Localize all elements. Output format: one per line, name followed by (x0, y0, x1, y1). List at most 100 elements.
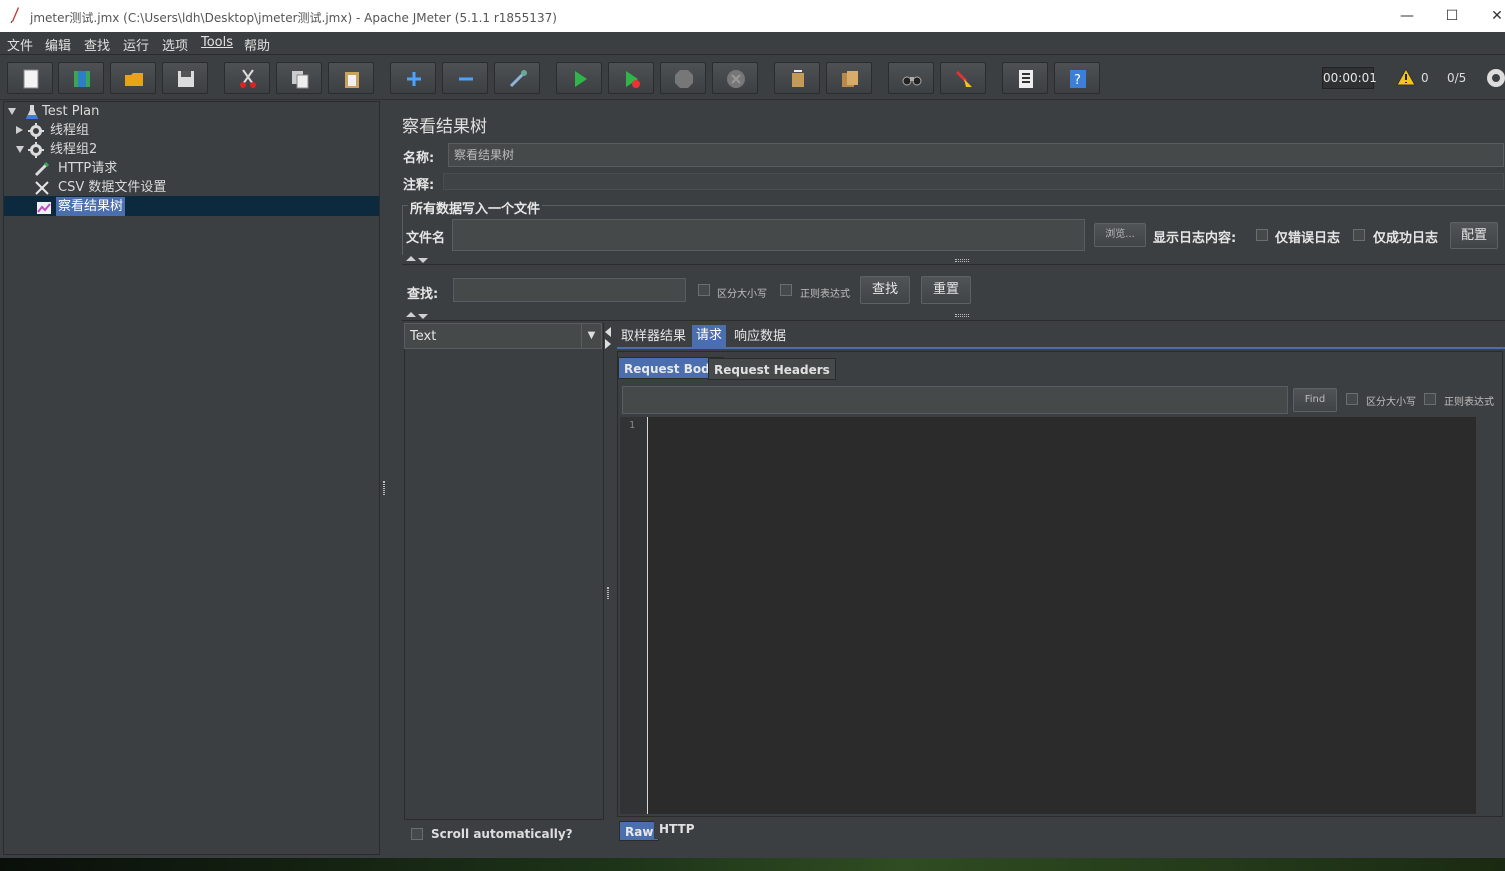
save-button[interactable] (162, 62, 208, 94)
start-icon (575, 71, 587, 87)
collapsed-arrow-icon[interactable] (16, 126, 23, 134)
search-button[interactable] (888, 62, 934, 94)
collapse-left-arrow-icon[interactable] (605, 327, 611, 337)
menu-search[interactable]: 查找 (84, 35, 110, 54)
editor-scrollbar[interactable] (1476, 417, 1490, 814)
new-button[interactable] (7, 62, 53, 94)
menu-tools[interactable]: Tools (201, 35, 233, 50)
title-bar: jmeter测试.jmx (C:\Users\ldh\Desktop\jmete… (0, 0, 1505, 32)
renderer-select[interactable]: Text ▼ (404, 323, 602, 349)
open-icon (125, 73, 143, 86)
log-content-label: 显示日志内容: (1153, 231, 1237, 246)
copy-button[interactable] (276, 62, 322, 94)
regex-checkbox[interactable] (780, 284, 792, 296)
result-list[interactable] (404, 323, 604, 820)
test-plan-icon (26, 105, 38, 119)
maximize-button[interactable]: ☐ (1437, 4, 1467, 28)
tab-sampler-result[interactable]: 取样器结果 (617, 326, 690, 348)
comment-field[interactable] (443, 173, 1504, 190)
paste-button[interactable] (328, 62, 374, 94)
expand-all-button[interactable] (390, 62, 436, 94)
reset-search-button[interactable] (940, 62, 986, 94)
stop-button[interactable] (660, 62, 706, 94)
warning-count: 0 (1421, 71, 1429, 85)
gear-icon (28, 142, 44, 158)
chart-icon (37, 202, 51, 214)
start-button[interactable] (556, 62, 602, 94)
vertical-splitter[interactable] (380, 101, 388, 855)
expanded-arrow-icon[interactable] (8, 108, 16, 115)
errors-only-checkbox[interactable] (1256, 229, 1268, 241)
menu-run[interactable]: 运行 (123, 35, 149, 54)
splitter-grip[interactable] (955, 314, 969, 317)
collapse-right-arrow-icon[interactable] (605, 339, 611, 349)
pipette-icon (34, 161, 50, 177)
cut-icon (240, 69, 256, 88)
cut-button[interactable] (224, 62, 270, 94)
request-body-editor[interactable]: 1 (620, 417, 1490, 814)
menu-help[interactable]: 帮助 (244, 35, 270, 54)
splitter-grip[interactable] (607, 587, 609, 599)
case-sensitive-checkbox[interactable] (698, 284, 710, 296)
comment-label: 注释: (403, 178, 435, 193)
case-sensitive-label: 区分大小写 (717, 289, 767, 300)
warning-icon[interactable] (1396, 68, 1416, 86)
search-field[interactable] (453, 278, 686, 302)
scroll-auto-checkbox[interactable] (411, 828, 423, 840)
minimize-button[interactable]: — (1392, 4, 1422, 28)
tab-http[interactable]: HTTP (654, 819, 700, 839)
collapse-all-button[interactable] (442, 62, 488, 94)
tab-request[interactable]: 请求 (692, 325, 727, 347)
filename-label: 文件名 (406, 231, 446, 246)
shutdown-button[interactable] (712, 62, 758, 94)
toolbar: ? 00:00:01 0 0/5 (0, 56, 1505, 100)
success-only-checkbox[interactable] (1353, 229, 1365, 241)
active-threads: 0/5 (1447, 71, 1467, 85)
expanded-arrow-icon[interactable] (16, 146, 24, 153)
tab-response-data[interactable]: 响应数据 (730, 326, 790, 348)
close-button[interactable]: ✕ (1482, 4, 1505, 28)
elapsed-timer: 00:00:01 (1322, 67, 1377, 89)
toggle-button[interactable] (494, 62, 540, 94)
browse-button[interactable]: 浏览... (1094, 223, 1146, 247)
splitter-grip[interactable] (955, 259, 969, 262)
find-regex-checkbox[interactable] (1424, 393, 1436, 405)
help-button[interactable]: ? (1054, 62, 1100, 94)
function-helper-button[interactable] (1002, 62, 1048, 94)
file-section-title: 所有数据写入一个文件 (408, 198, 543, 217)
find-regex-label: 正则表达式 (1444, 397, 1494, 408)
jmeter-feather-icon (10, 7, 19, 23)
start-no-pauses-icon (626, 71, 640, 88)
collapse-icon (459, 77, 473, 81)
clear-all-icon (842, 71, 858, 87)
find-button[interactable]: Find (1293, 388, 1337, 412)
filename-field[interactable] (452, 219, 1085, 251)
tab-underline (617, 347, 1505, 349)
success-only-label: 仅成功日志 (1373, 231, 1439, 246)
reset-button[interactable]: 重置 (921, 276, 971, 304)
scroll-auto-label: Scroll automatically? (431, 827, 573, 841)
open-button[interactable] (110, 62, 156, 94)
clear-all-button[interactable] (826, 62, 872, 94)
clear-icon (792, 70, 804, 87)
templates-button[interactable] (58, 62, 104, 94)
collapse-up-arrow-icon[interactable] (406, 312, 416, 317)
search-button[interactable]: 查找 (860, 276, 910, 304)
menu-edit[interactable]: 编辑 (45, 35, 71, 54)
clear-button[interactable] (774, 62, 820, 94)
collapse-down-arrow-icon[interactable] (418, 314, 428, 319)
svg-text:?: ? (1074, 73, 1081, 88)
dropdown-arrow-icon[interactable]: ▼ (581, 324, 601, 348)
configure-button[interactable]: 配置 (1450, 222, 1498, 249)
find-case-checkbox[interactable] (1346, 393, 1358, 405)
menu-options[interactable]: 选项 (162, 35, 188, 54)
menu-file[interactable]: 文件 (7, 35, 33, 54)
subtab-request-headers[interactable]: Request Headers (708, 358, 836, 380)
collapse-up-arrow-icon[interactable] (406, 256, 416, 261)
list-icon (1019, 70, 1033, 88)
collapse-down-arrow-icon[interactable] (418, 258, 428, 263)
window-title: jmeter测试.jmx (C:\Users\ldh\Desktop\jmete… (30, 11, 557, 25)
find-field[interactable] (622, 386, 1288, 414)
start-no-pauses-button[interactable] (608, 62, 654, 94)
name-field[interactable]: 察看结果树 (448, 143, 1504, 167)
